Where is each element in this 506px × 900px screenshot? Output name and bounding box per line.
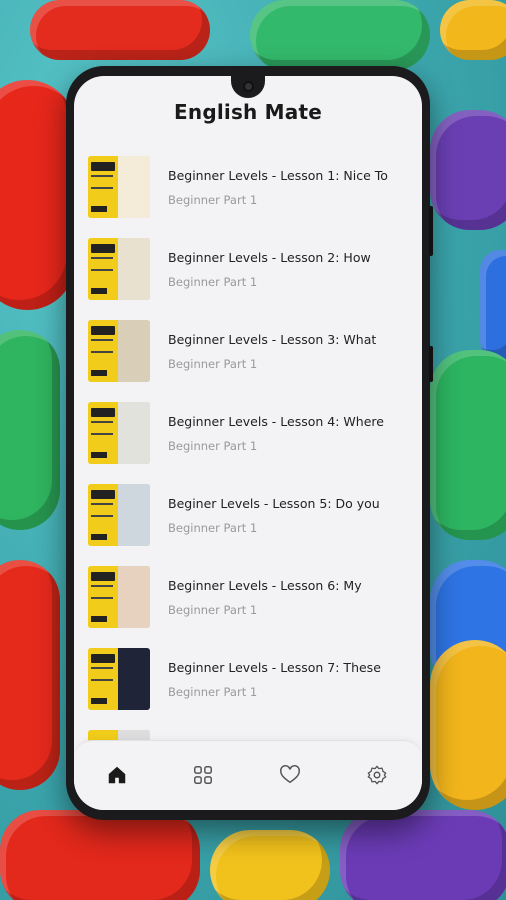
tab-settings[interactable] [364, 762, 390, 788]
tab-home[interactable] [104, 762, 130, 788]
lesson-thumbnail [88, 320, 150, 382]
tab-categories[interactable] [190, 762, 216, 788]
gear-icon [367, 765, 387, 785]
lesson-item[interactable]: Beginner Levels - Lesson 1: Nice To Begi… [74, 156, 422, 226]
lesson-thumbnail [88, 238, 150, 300]
toy-letter-green-top [250, 0, 430, 70]
lesson-title: Beginner Levels - Lesson 6: My [168, 578, 362, 593]
phone-frame: English Mate Beginner Levels - Lesson 1:… [66, 66, 433, 820]
heart-icon [280, 765, 300, 784]
lesson-subtitle: Beginner Part 1 [168, 439, 258, 453]
bottom-tab-bar [74, 740, 422, 810]
toy-letter-yellow-top [440, 0, 506, 60]
toy-letter-yellow-bottom [210, 830, 330, 900]
toy-letter-red-top [30, 0, 210, 60]
toy-letter-green-right [430, 350, 506, 540]
toy-letter-red-left [0, 560, 60, 790]
lesson-title: Beginer Levels - Lesson 5: Do you [168, 496, 380, 511]
lesson-item[interactable]: Beginner Levels - Lesson 2: How Beginner… [74, 238, 422, 308]
camera-notch [231, 76, 265, 98]
lesson-title: Beginner Levels - Lesson 4: Where [168, 414, 384, 429]
lesson-item[interactable]: Beginer Levels - Lesson 5: Do you Beginn… [74, 484, 422, 554]
lesson-item[interactable]: Beginner Levels - Lesson 7: These Beginn… [74, 648, 422, 718]
lesson-thumbnail [88, 648, 150, 710]
toy-letter-purple-bottom [340, 810, 506, 900]
grid-icon [194, 766, 212, 784]
toy-letter-yellow-right [430, 640, 506, 810]
lesson-item[interactable]: Beginner Levels - Lesson 6: My Beginner … [74, 566, 422, 636]
lesson-thumbnail [88, 484, 150, 546]
lesson-title: Beginner Levels - Lesson 1: Nice To [168, 168, 388, 183]
lesson-subtitle: Beginner Part 1 [168, 357, 258, 371]
toy-letter-red-bottom [0, 810, 200, 900]
lesson-item[interactable]: Beginner Levels - Lesson 4: Where Beginn… [74, 402, 422, 472]
lesson-thumbnail [88, 402, 150, 464]
lesson-title: Beginner Levels - Lesson 2: How [168, 250, 371, 265]
lesson-title: Beginner Levels - Lesson 7: These [168, 660, 381, 675]
lesson-subtitle: Beginner Part 1 [168, 685, 258, 699]
tab-favorites[interactable] [277, 762, 303, 788]
camera-icon [242, 81, 254, 92]
app-screen: English Mate Beginner Levels - Lesson 1:… [74, 76, 422, 810]
volume-button [429, 206, 433, 256]
lesson-title: Beginner Levels - Lesson 3: What [168, 332, 377, 347]
toy-letter-red [0, 80, 75, 310]
toy-letter-blue [480, 250, 506, 360]
lesson-thumbnail [88, 566, 150, 628]
home-icon [108, 766, 126, 784]
toy-letter-purple [430, 110, 506, 230]
lesson-subtitle: Beginner Part 1 [168, 193, 258, 207]
lesson-thumbnail [88, 156, 150, 218]
power-button [429, 346, 433, 382]
lesson-subtitle: Beginner Part 1 [168, 603, 258, 617]
toy-letter-green-left [0, 330, 60, 530]
lesson-item[interactable]: Beginner Levels - Lesson 3: What Beginne… [74, 320, 422, 390]
lesson-subtitle: Beginner Part 1 [168, 275, 258, 289]
lesson-subtitle: Beginner Part 1 [168, 521, 258, 535]
app-title: English Mate [174, 100, 322, 124]
